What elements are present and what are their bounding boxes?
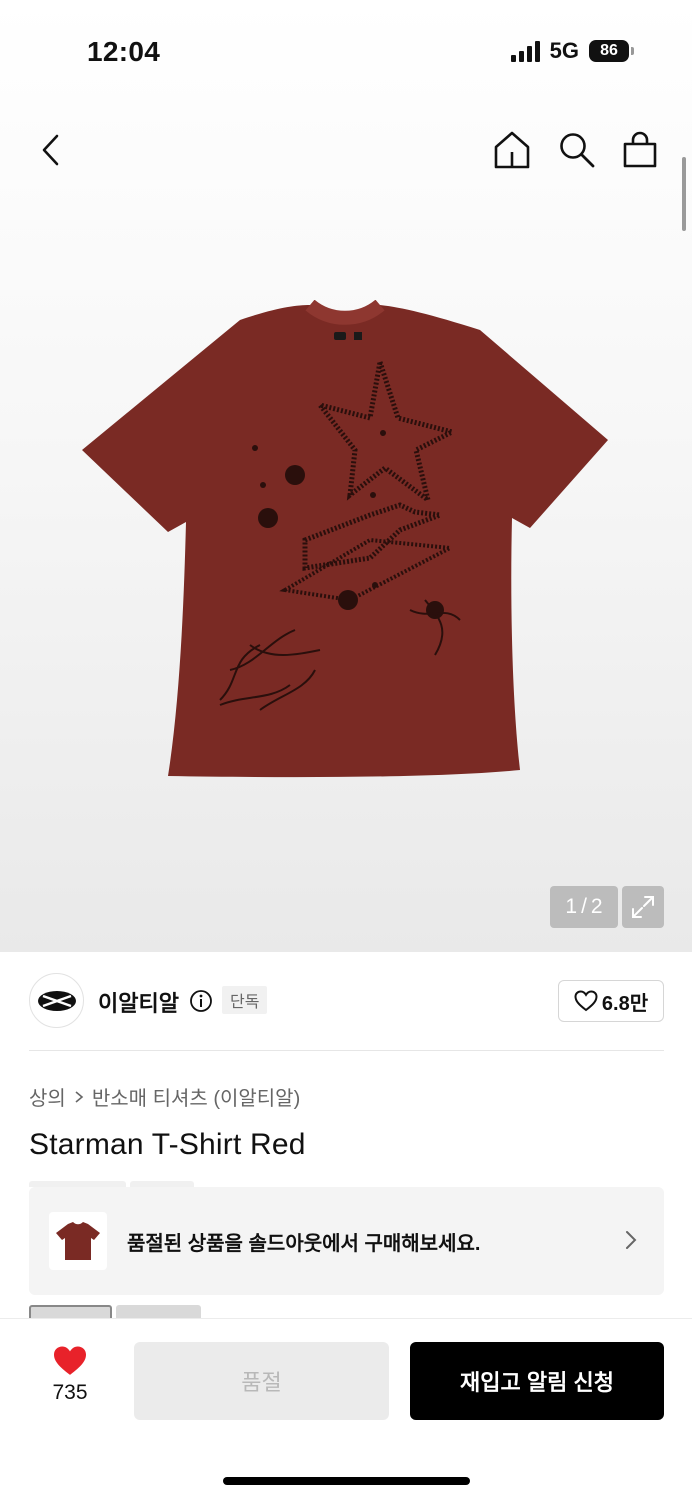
breadcrumb-subcategory[interactable]: 반소매 티셔츠 (이알티알) (92, 1082, 300, 1111)
soldout-thumbnail (49, 1212, 107, 1270)
cart-button[interactable] (618, 128, 662, 172)
home-indicator (223, 1477, 470, 1485)
search-button[interactable] (555, 128, 599, 172)
soldout-banner-text: 품절된 상품을 솔드아웃에서 구매해보세요. (127, 1233, 481, 1255)
chevron-right-icon (75, 1090, 84, 1103)
brand-like-button[interactable]: 6.8만 (558, 980, 664, 1022)
restock-alert-button[interactable]: 재입고 알림 신청 (410, 1342, 664, 1420)
pager-total: 2 (590, 895, 603, 918)
battery-icon: 86 (589, 40, 634, 62)
product-title: Starman T-Shirt Red (29, 1128, 306, 1161)
wish-button[interactable]: 735 (40, 1345, 100, 1417)
expand-button[interactable] (622, 886, 664, 928)
pager-separator: / (581, 895, 587, 918)
breadcrumb: 상의 반소매 티셔츠 (이알티알) (29, 1082, 300, 1111)
home-icon (494, 131, 530, 169)
image-pager: 1 / 2 (550, 886, 618, 928)
home-button[interactable] (490, 128, 534, 172)
signal-icon (510, 40, 540, 62)
heart-outline-icon (574, 990, 598, 1012)
divider (29, 1050, 664, 1051)
soldout-button: 품절 (134, 1342, 389, 1420)
exclusive-badge: 단독 (222, 986, 268, 1014)
network-type: 5G (549, 38, 579, 63)
breadcrumb-category[interactable]: 상의 (29, 1082, 66, 1111)
pager-current: 1 (565, 895, 578, 918)
back-button[interactable] (30, 128, 70, 172)
info-icon[interactable] (189, 989, 213, 1018)
soldout-banner[interactable]: 품절된 상품을 솔드아웃에서 구매해보세요. (29, 1187, 664, 1295)
chevron-left-icon (42, 134, 59, 166)
wish-count: 735 (52, 1381, 88, 1404)
chevron-right-icon (624, 1229, 638, 1256)
search-icon (560, 133, 595, 168)
expand-icon (632, 896, 654, 918)
status-indicators: 5G 86 (510, 38, 634, 64)
battery-level: 86 (589, 40, 629, 62)
bottom-action-bar: 735 품절 재입고 알림 신청 (0, 1318, 692, 1500)
heart-filled-icon (54, 1346, 86, 1375)
status-time: 12:04 (87, 36, 161, 67)
scroll-indicator (682, 157, 686, 231)
brand-logo[interactable] (29, 973, 84, 1028)
shopping-bag-icon (623, 131, 657, 168)
product-image (82, 300, 608, 778)
brand-like-count: 6.8만 (601, 992, 649, 1015)
brand-name[interactable]: 이알티알 (98, 986, 179, 1018)
brand-logo-icon (37, 990, 76, 1011)
